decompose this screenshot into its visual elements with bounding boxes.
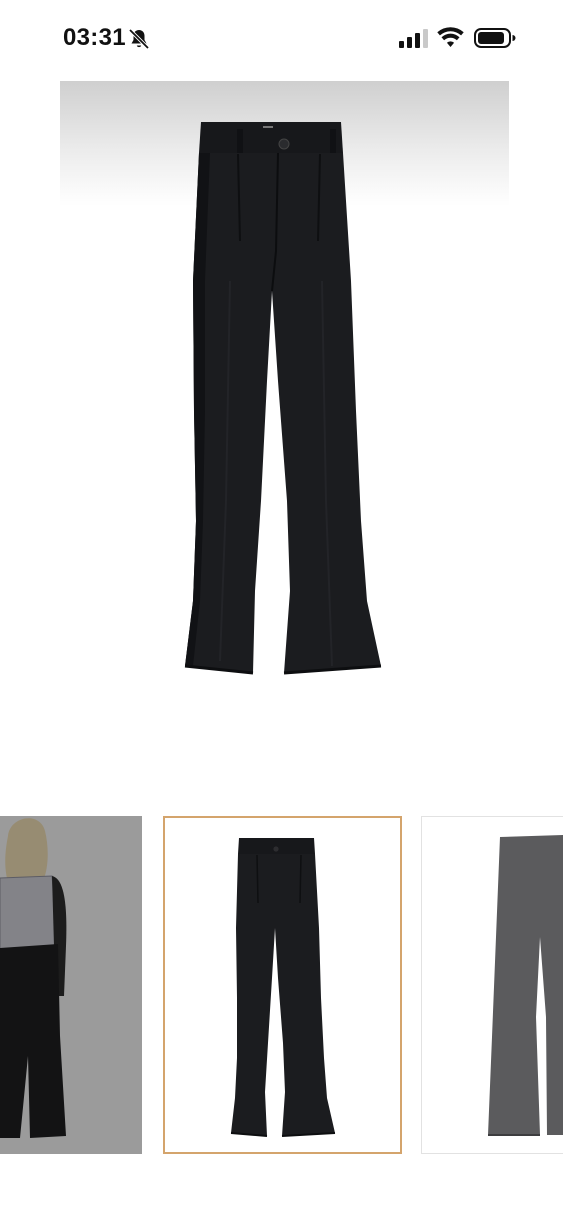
status-time: 03:31 [63,24,126,51]
trousers-illustration [184,122,382,675]
product-main-image[interactable] [60,81,509,721]
cellular-signal-icon [399,29,428,48]
status-bar: 03:31 [0,0,563,78]
battery-icon [474,28,516,48]
product-gallery-screen: 03:31 [0,0,563,1219]
thumbnail-side-view[interactable] [421,816,563,1154]
bell-slash-icon [128,28,150,50]
thumbnail-strip [0,816,563,1156]
thumbnail-dim-overlay [0,816,142,1154]
wifi-icon [437,27,464,47]
trousers-side-illustration [488,835,563,1136]
trousers-thumbnail-illustration [230,838,336,1137]
thumbnail-model-back[interactable] [0,816,142,1154]
thumbnail-selected-front[interactable] [163,816,402,1154]
